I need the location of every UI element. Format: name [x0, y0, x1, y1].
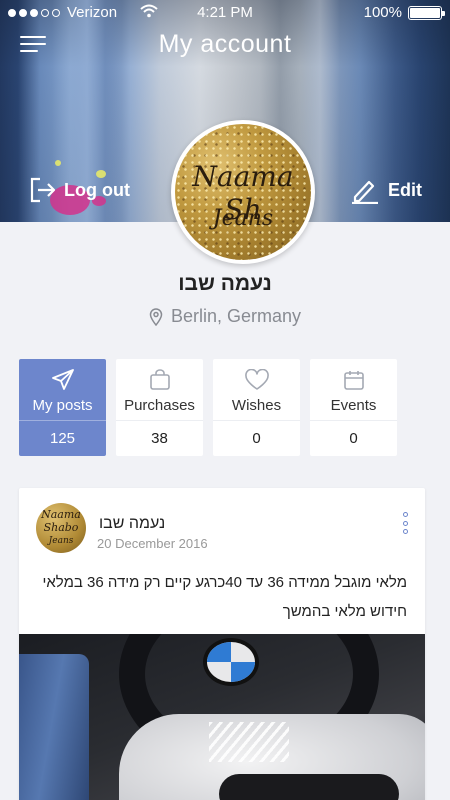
location-text: Berlin, Germany	[170, 306, 302, 326]
stats-row: My posts 125 Purchases 38 Wishes 0 Event…	[19, 359, 397, 456]
profile-name: נעמה שבו	[178, 272, 272, 295]
stat-value: 0	[213, 420, 300, 456]
edit-button[interactable]: Edit	[350, 176, 422, 204]
pencil-icon	[352, 180, 378, 204]
battery-icon	[408, 6, 445, 20]
battery-percent: 100%	[363, 4, 402, 21]
status-bar: Verizon 4:21 PM 100%	[0, 0, 450, 24]
avatar-text: Shabo	[43, 521, 79, 534]
map-pin-icon	[149, 307, 163, 326]
post-author-name[interactable]: נעמה שבו	[99, 515, 165, 533]
calendar-icon	[343, 371, 364, 390]
avatar-brand-subtext: Jeans	[212, 206, 274, 231]
post-text-line: חידוש מלאי בהמשך	[282, 603, 407, 620]
profile-location: Berlin, Germany	[0, 306, 450, 327]
avatar-image: Naama Sh Jeans	[175, 124, 311, 260]
logout-button[interactable]: Log out	[28, 176, 130, 204]
stat-value: 38	[116, 420, 203, 456]
post-text-line: מלאי מוגבל ממידה 36 עד 40כרגע קיים רק מי…	[42, 574, 407, 591]
stat-label: Events	[330, 397, 377, 414]
logout-icon	[30, 177, 56, 203]
car-logo	[203, 638, 259, 686]
stat-tile-purchases[interactable]: Purchases 38	[116, 359, 203, 456]
more-vertical-icon[interactable]	[401, 512, 409, 534]
stat-tile-my-posts[interactable]: My posts 125	[19, 359, 106, 456]
profile-avatar[interactable]: Naama Sh Jeans	[171, 120, 315, 264]
stat-tile-events[interactable]: Events 0	[310, 359, 397, 456]
post-author-avatar[interactable]: Naama Shabo Jeans	[36, 503, 86, 553]
avatar-text: Naama	[41, 508, 81, 521]
post-body: מלאי מוגבל ממידה 36 עד 40כרגע קיים רק מי…	[37, 568, 407, 626]
logout-label: Log out	[64, 179, 130, 200]
stat-label: My posts	[32, 397, 93, 414]
post-image[interactable]	[19, 634, 425, 800]
send-icon	[51, 369, 74, 390]
stat-value: 125	[19, 420, 106, 456]
avatar-text: Jeans	[48, 536, 74, 546]
stat-label: Purchases	[124, 397, 195, 414]
stat-value: 0	[310, 420, 397, 456]
edit-label: Edit	[388, 179, 422, 200]
page-title: My account	[158, 30, 292, 58]
shopping-bag-icon	[149, 369, 170, 390]
post-card: Naama Shabo Jeans נעמה שבו 20 December 2…	[19, 488, 425, 800]
heart-icon	[244, 369, 269, 390]
stat-label: Wishes	[231, 397, 282, 414]
post-date: 20 December 2016	[97, 536, 208, 551]
stat-tile-wishes[interactable]: Wishes 0	[213, 359, 300, 456]
